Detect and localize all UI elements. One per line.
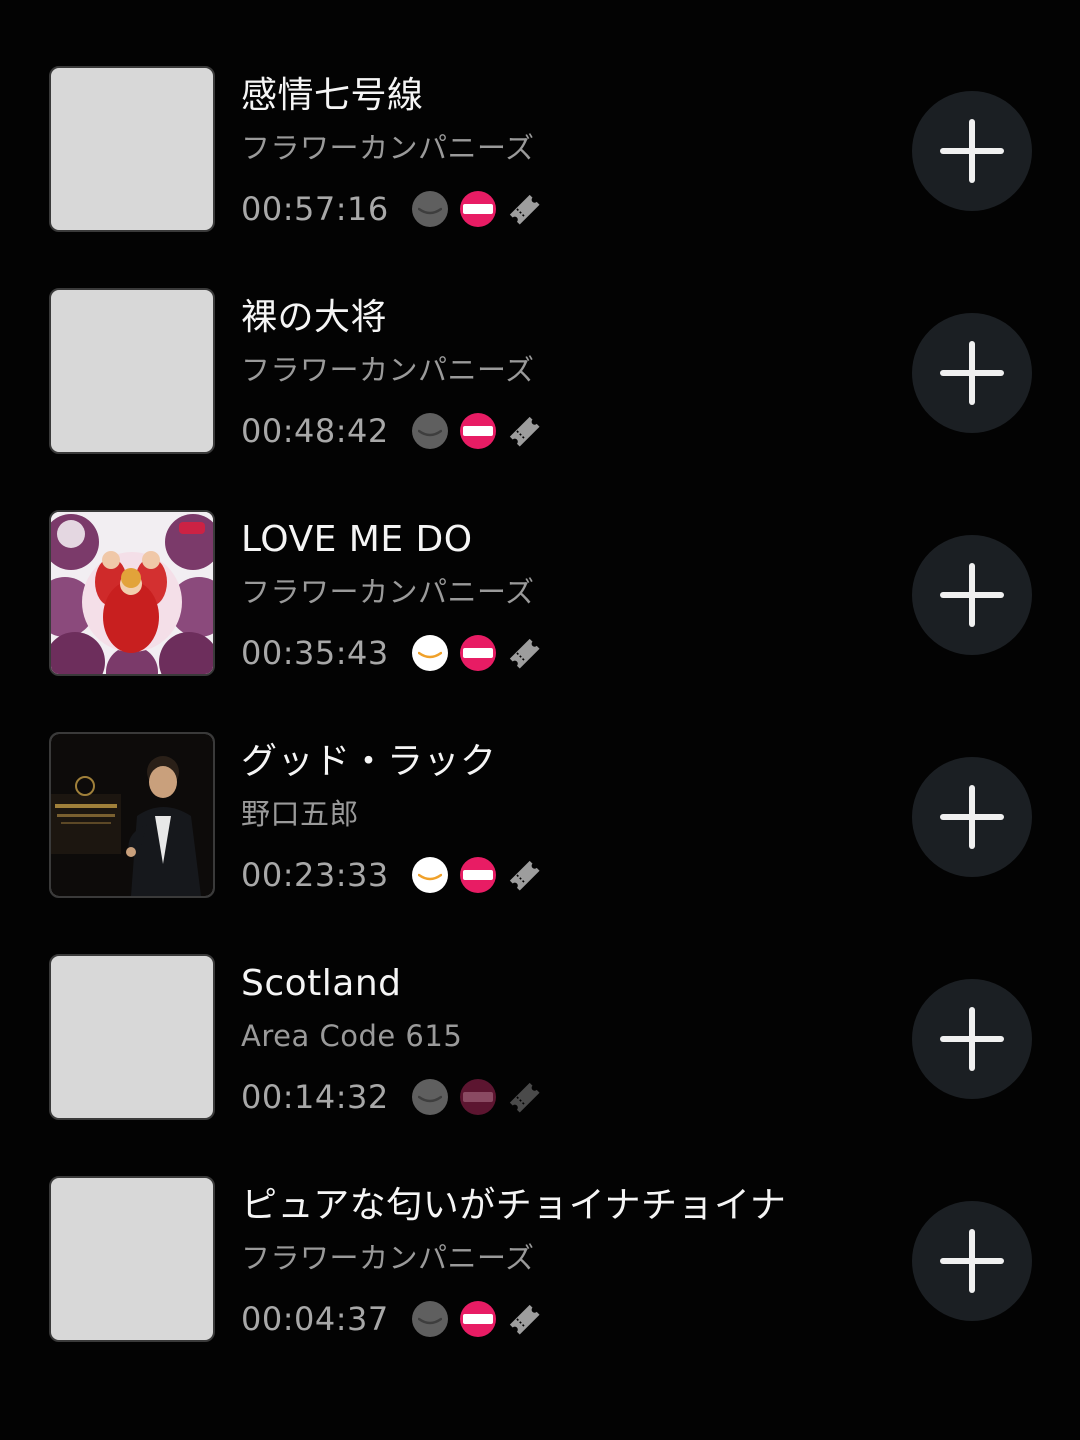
service-icons: [410, 1301, 550, 1341]
plus-icon-stem: [969, 341, 975, 405]
album-art-placeholder: [49, 66, 215, 232]
add-button[interactable]: [912, 757, 1032, 877]
track-artist: 野口五郎: [241, 797, 360, 831]
track-list: 感情七号線 フラワーカンパニーズ 00:57:16 裸の大将 フラワーカンパニー…: [0, 0, 1080, 1440]
album-art-placeholder: [49, 954, 215, 1120]
track-artist: フラワーカンパニーズ: [241, 575, 535, 609]
track-row[interactable]: 裸の大将 フラワーカンパニーズ 00:48:42: [0, 222, 1080, 454]
track-title: グッド・ラック: [241, 741, 497, 782]
amazon-smile-icon[interactable]: [412, 1301, 448, 1337]
track-row[interactable]: LOVE ME DO フラワーカンパニーズ 00:35:43: [0, 444, 1080, 676]
add-button[interactable]: [912, 535, 1032, 655]
ticket-service-icon[interactable]: [460, 1301, 496, 1337]
clip-ticket-icon[interactable]: [506, 1301, 542, 1337]
add-button[interactable]: [912, 1201, 1032, 1321]
album-art-red: [49, 510, 215, 676]
track-artist: フラワーカンパニーズ: [241, 353, 535, 387]
album-art-dark: [49, 732, 215, 898]
album-art-placeholder: [49, 288, 215, 454]
track-title: 感情七号線: [241, 75, 424, 116]
plus-icon-stem: [969, 1007, 975, 1071]
plus-icon-stem: [969, 119, 975, 183]
track-title: ピュアな匂いがチョイナチョイナ: [241, 1185, 787, 1226]
track-title: LOVE ME DO: [241, 519, 473, 560]
track-artist: フラワーカンパニーズ: [241, 1241, 535, 1275]
track-row[interactable]: Scotland Area Code 615 00:14:32: [0, 888, 1080, 1120]
add-button[interactable]: [912, 91, 1032, 211]
plus-icon-stem: [969, 1229, 975, 1293]
album-art-placeholder: [49, 1176, 215, 1342]
track-title: Scotland: [241, 963, 402, 1004]
track-artist: Area Code 615: [241, 1019, 463, 1053]
track-row[interactable]: グッド・ラック 野口五郎 00:23:33: [0, 666, 1080, 898]
track-row[interactable]: 感情七号線 フラワーカンパニーズ 00:57:16: [0, 0, 1080, 232]
add-button[interactable]: [912, 979, 1032, 1099]
track-artist: フラワーカンパニーズ: [241, 131, 535, 165]
plus-icon-stem: [969, 563, 975, 627]
plus-icon-stem: [969, 785, 975, 849]
track-title: 裸の大将: [241, 297, 388, 338]
track-duration: 00:04:37: [241, 1300, 389, 1338]
track-row[interactable]: ピュアな匂いがチョイナチョイナ フラワーカンパニーズ 00:04:37: [0, 1110, 1080, 1342]
add-button[interactable]: [912, 313, 1032, 433]
